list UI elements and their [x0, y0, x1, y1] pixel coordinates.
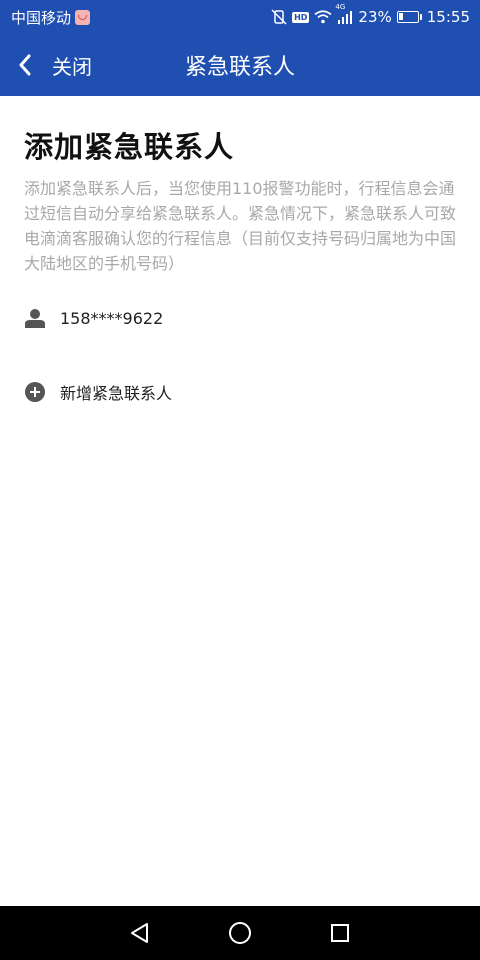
section-heading: 添加紧急联系人 — [24, 130, 235, 164]
description-text: 添加紧急联系人后，当您使用110报警功能时，行程信息会通过短信自动分享给紧急联系… — [24, 179, 457, 273]
status-right: HD 4G 23% 15:55 — [271, 3, 470, 26]
wifi-icon — [314, 10, 332, 24]
contact-list-item[interactable]: 158****9622 — [24, 300, 454, 336]
close-button[interactable]: 关闭 — [14, 34, 114, 96]
clock: 15:55 — [426, 8, 470, 26]
network-type-label: 4G — [335, 3, 346, 11]
battery-icon — [396, 11, 422, 23]
close-label: 关闭 — [52, 54, 92, 79]
add-contact-button[interactable]: 新增紧急联系人 — [24, 374, 454, 410]
recents-square-icon[interactable] — [320, 913, 360, 953]
system-nav-bar — [0, 906, 480, 960]
person-icon — [24, 307, 46, 329]
add-contact-label: 新增紧急联系人 — [60, 384, 173, 403]
back-triangle-icon[interactable] — [120, 913, 160, 953]
carrier-name: 中国移动 — [11, 8, 72, 27]
mute-vibrate-icon — [271, 9, 287, 25]
cellular-signal-icon: 4G — [335, 3, 353, 24]
contact-phone-number: 158****9622 — [60, 308, 164, 328]
app-bar: 关闭 紧急联系人 — [0, 34, 480, 96]
status-left: 中国移动 — [11, 7, 91, 28]
battery-percent: 23% — [358, 8, 392, 26]
status-bar: 中国移动 HD 4G 23% 15:55 — [0, 0, 480, 34]
screen: 中国移动 HD 4G 23% 15:55 关闭 紧急联系人 添加紧急联系人 添加… — [0, 0, 480, 960]
home-circle-icon[interactable] — [220, 913, 260, 953]
hd-badge: HD — [292, 11, 310, 23]
chevron-left-icon — [14, 54, 36, 76]
plus-circle-icon — [24, 381, 46, 403]
notification-app-icon — [75, 9, 91, 25]
